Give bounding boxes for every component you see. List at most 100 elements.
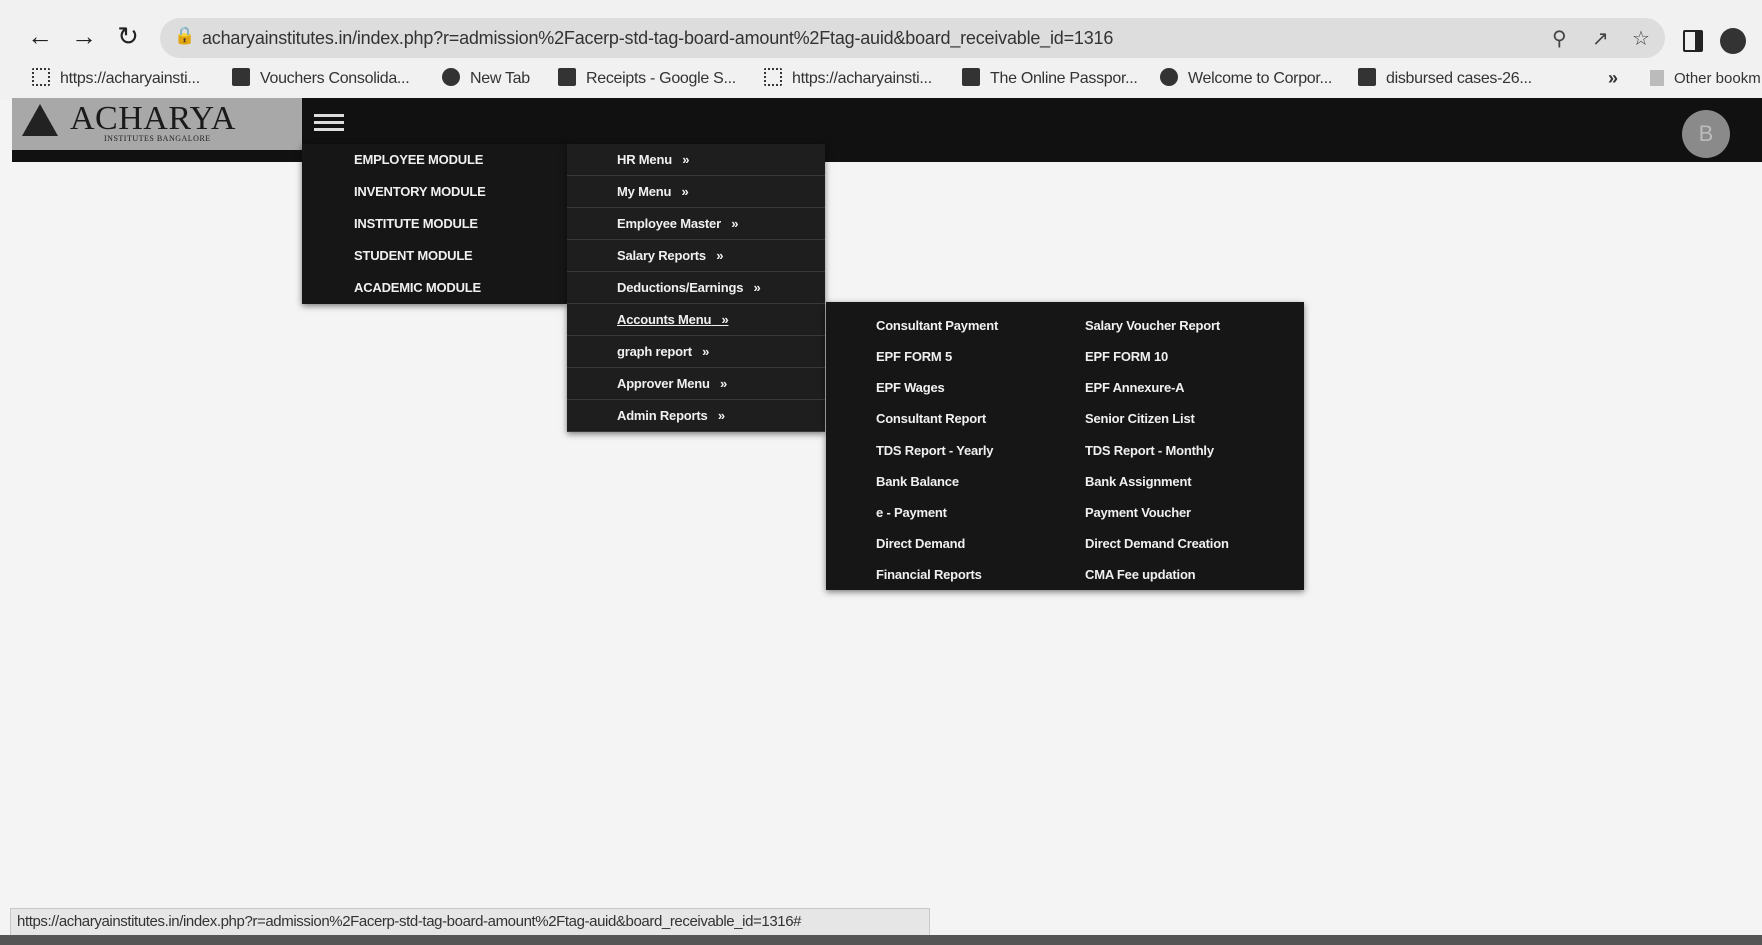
accounts-item-label: EPF Wages xyxy=(876,380,945,395)
menu-item-label: Deductions/Earnings xyxy=(617,280,744,295)
submenu-item-graph-report[interactable]: graph report » xyxy=(567,336,825,368)
menu-item-label: Employee Master xyxy=(617,216,721,231)
employee-submenu: HR Menu » My Menu » Employee Master » Sa… xyxy=(567,144,825,432)
modules-menu: EMPLOYEE MODULE INVENTORY MODULE INSTITU… xyxy=(302,144,567,304)
accounts-item-label: Bank Balance xyxy=(876,474,959,489)
accounts-item-label: Bank Assignment xyxy=(1085,474,1192,489)
bookmark-item[interactable]: disbursed cases-26... xyxy=(1358,68,1532,88)
lock-icon[interactable]: 🔒 xyxy=(174,26,195,46)
chevron-right-icon: » xyxy=(702,344,710,359)
back-icon[interactable]: ← xyxy=(22,18,58,54)
bookmarks-overflow-button[interactable]: » xyxy=(1608,68,1618,89)
accounts-item-label: TDS Report - Yearly xyxy=(876,443,994,458)
star-icon[interactable]: ☆ xyxy=(1632,26,1650,51)
address-bar[interactable]: 🔒 acharyainstitutes.in/index.php?r=admis… xyxy=(160,18,1665,58)
user-avatar[interactable]: B xyxy=(1682,110,1730,158)
status-bar: https://acharyainstitutes.in/index.php?r… xyxy=(10,908,930,936)
menu-item-academic-module[interactable]: ACADEMIC MODULE xyxy=(302,272,567,303)
menu-item-student-module[interactable]: STUDENT MODULE xyxy=(302,240,567,271)
bookmark-label: The Online Passpor... xyxy=(990,70,1138,87)
bookmark-label: Vouchers Consolida... xyxy=(260,70,410,87)
logo-text: ACHARYA xyxy=(70,100,236,137)
menu-item-label: Approver Menu xyxy=(617,376,710,391)
bottom-edge xyxy=(0,935,1762,945)
sheet-icon xyxy=(558,68,576,86)
bookmarks-bar: https://acharyainsti... Vouchers Consoli… xyxy=(0,62,1762,100)
menu-item-employee-module[interactable]: EMPLOYEE MODULE xyxy=(302,144,567,175)
accounts-item-label: Salary Voucher Report xyxy=(1085,318,1220,333)
reload-icon[interactable]: ↻ xyxy=(110,18,146,54)
bookmark-item[interactable]: New Tab xyxy=(442,68,530,88)
menu-item-label: INSTITUTE MODULE xyxy=(354,216,478,231)
submenu-item-admin-reports[interactable]: Admin Reports » xyxy=(567,400,825,432)
menu-item-label: ACADEMIC MODULE xyxy=(354,280,481,295)
submenu-item-accounts-menu[interactable]: Accounts Menu » xyxy=(567,304,825,336)
submenu-item-salary-reports[interactable]: Salary Reports » xyxy=(567,240,825,272)
logo-subtext: INSTITUTES BANGALORE xyxy=(104,134,211,143)
bookmark-item[interactable]: Receipts - Google S... xyxy=(558,68,736,88)
bookmark-item[interactable]: Vouchers Consolida... xyxy=(232,68,410,88)
menu-item-label: Admin Reports xyxy=(617,408,708,423)
accounts-item-label: e - Payment xyxy=(876,505,947,520)
logo[interactable]: ACHARYA INSTITUTES BANGALORE xyxy=(12,98,302,150)
sheet-icon xyxy=(232,68,250,86)
chevron-right-icon: » xyxy=(731,216,739,231)
menu-item-label: Accounts Menu xyxy=(617,312,712,327)
chevron-right-icon: » xyxy=(717,408,725,423)
submenu-item-employee-master[interactable]: Employee Master » xyxy=(567,208,825,240)
accounts-item-label: Consultant Payment xyxy=(876,318,999,333)
building-icon xyxy=(962,68,980,86)
bookmark-item[interactable]: https://acharyainsti... xyxy=(764,68,932,88)
menu-item-label: graph report xyxy=(617,344,692,359)
bookmark-label: Receipts - Google S... xyxy=(586,70,736,87)
forward-icon[interactable]: → xyxy=(66,18,102,54)
accounts-item-label: Financial Reports xyxy=(876,567,982,582)
bookmark-label: https://acharyainsti... xyxy=(60,70,200,87)
other-bookmarks[interactable]: Other bookm xyxy=(1650,70,1761,87)
bookmark-label: https://acharyainsti... xyxy=(792,70,932,87)
menu-item-label: HR Menu xyxy=(617,152,672,167)
menu-item-inventory-module[interactable]: INVENTORY MODULE xyxy=(302,176,567,207)
submenu-item-approver-menu[interactable]: Approver Menu » xyxy=(567,368,825,400)
bookmark-label: disbursed cases-26... xyxy=(1386,70,1532,87)
logo-mark-icon xyxy=(22,104,58,136)
url-text[interactable]: acharyainstitutes.in/index.php?r=admissi… xyxy=(202,28,1113,49)
screen: ← → ↻ 🔒 acharyainstitutes.in/index.php?r… xyxy=(0,0,1762,945)
app-header: ACHARYA INSTITUTES BANGALORE B xyxy=(12,98,1762,162)
accounts-item-label: TDS Report - Monthly xyxy=(1085,443,1214,458)
menu-item-institute-module[interactable]: INSTITUTE MODULE xyxy=(302,208,567,239)
submenu-item-my-menu[interactable]: My Menu » xyxy=(567,176,825,208)
accounts-item-label: EPF FORM 10 xyxy=(1085,349,1169,364)
grid-icon xyxy=(32,68,50,86)
accounts-item-label: Direct Demand xyxy=(876,536,966,551)
menu-item-label: Salary Reports xyxy=(617,248,706,263)
bookmark-item[interactable]: Welcome to Corpor... xyxy=(1160,68,1332,88)
grid-icon xyxy=(764,68,782,86)
accounts-item-label: Consultant Report xyxy=(876,411,986,426)
status-url: https://acharyainstitutes.in/index.php?r… xyxy=(17,913,802,930)
chevron-right-icon: » xyxy=(681,184,689,199)
profile-icon[interactable] xyxy=(1720,28,1746,54)
sheet-icon xyxy=(1358,68,1376,86)
bookmark-item[interactable]: The Online Passpor... xyxy=(962,68,1138,88)
bookmark-item[interactable]: https://acharyainsti... xyxy=(32,68,200,88)
bookmark-label: New Tab xyxy=(470,70,530,87)
chevron-right-icon: » xyxy=(720,376,728,391)
submenu-item-hr-menu[interactable]: HR Menu » xyxy=(567,144,825,176)
accounts-item-label: EPF Annexure-A xyxy=(1085,380,1185,395)
globe-icon xyxy=(442,68,460,86)
share-icon[interactable]: ↗ xyxy=(1592,26,1609,51)
menu-item-label: EMPLOYEE MODULE xyxy=(354,152,484,167)
zoom-icon[interactable]: ⚲ xyxy=(1552,26,1567,51)
accounts-item-label: EPF FORM 5 xyxy=(876,349,953,364)
globe-icon xyxy=(1160,68,1178,86)
accounts-item-label: Senior Citizen List xyxy=(1085,411,1195,426)
accounts-menu: Consultant Payment EPF FORM 5 EPF Wages … xyxy=(826,302,1304,590)
submenu-item-deductions-earnings[interactable]: Deductions/Earnings » xyxy=(567,272,825,304)
menu-item-label: STUDENT MODULE xyxy=(354,248,473,263)
side-panel-icon[interactable] xyxy=(1683,30,1703,52)
chevron-right-icon: » xyxy=(716,248,724,263)
hamburger-menu-icon[interactable] xyxy=(314,110,344,136)
menu-item-label: INVENTORY MODULE xyxy=(354,184,486,199)
bookmark-label: Welcome to Corpor... xyxy=(1188,70,1332,87)
